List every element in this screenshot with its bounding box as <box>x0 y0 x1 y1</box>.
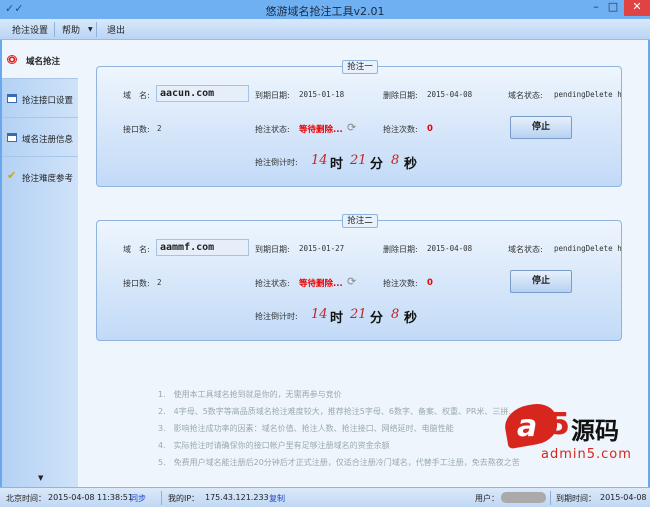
minutes-unit: 分 <box>370 157 384 172</box>
domain-input[interactable]: aacun.com <box>156 85 249 102</box>
divider <box>54 22 55 37</box>
beijing-time: 2015-04-08 11:38:51 <box>48 493 133 502</box>
domain-status: pendingDelete htt <box>554 244 622 253</box>
tip: 4. 实际抢注时请确保你的接口帐户里有足够注册域名的资金余额 <box>158 441 390 450</box>
interface-count: 2 <box>157 278 162 287</box>
hours-unit: 时 <box>330 157 344 172</box>
title-bar: ✓✓ 悠游域名抢注工具v2.01 – □ ✕ <box>0 0 650 19</box>
tip: 1. 使用本工具域名抢到就是你的，无需再参与竞价 <box>158 390 342 399</box>
divider <box>161 491 162 505</box>
stop-button[interactable]: 停止 <box>510 116 572 139</box>
status-bar: 北京时间： 2015-04-08 11:38:51 同步 我的IP： 175.4… <box>0 487 650 507</box>
countdown-label: 抢注倒计时: <box>255 158 298 167</box>
seconds-unit: 秒 <box>404 311 418 326</box>
countdown-seconds: 8 <box>391 153 400 168</box>
minutes-unit: 分 <box>370 311 384 326</box>
countdown-label: 抢注倒计时: <box>255 312 298 321</box>
tip: 3. 影响抢注成功率的因素：域名价值、抢注人数、抢注接口、网络延时、电脑性能 <box>158 424 454 433</box>
menu-exit[interactable]: 退出 <box>107 23 125 36</box>
domain-label: 域 名: <box>123 91 150 100</box>
copy-link[interactable]: 复制 <box>269 493 285 504</box>
window-title: 悠游域名抢注工具v2.01 <box>265 5 385 18</box>
expire-date-label: 到期日期: <box>255 245 290 254</box>
my-ip: 175.43.121.233 <box>205 493 269 502</box>
countdown-minutes: 21 <box>350 153 367 168</box>
domain-status: pendingDelete htt <box>554 90 622 99</box>
divider <box>550 491 551 505</box>
hours-unit: 时 <box>330 311 344 326</box>
countdown-hours: 14 <box>311 307 328 322</box>
maximize-button[interactable]: □ <box>605 0 621 16</box>
expire-label: 到期时间： <box>556 494 596 503</box>
checkmark-icon: ✔ <box>7 169 17 182</box>
menu-grab-settings[interactable]: 抢注设置 <box>12 23 48 36</box>
tip: 5. 免费用户域名能注册后20分钟后才正式注册，仅适合注册冷门域名，代替手工注册… <box>158 458 520 467</box>
grab-count-label: 抢注次数: <box>383 125 418 134</box>
close-button[interactable]: ✕ <box>624 0 650 16</box>
refresh-icon: ⟳ <box>347 275 357 288</box>
interface-count-label: 接口数: <box>123 125 150 134</box>
grab-count: 0 <box>427 278 433 288</box>
tip: 2. 4字母、5数字等高品质域名抢注难度较大，推荐抢注5字母、6数字、备案、权重… <box>158 407 516 416</box>
sidebar-item-label: 域名注册信息 <box>22 135 74 145</box>
grab-panel-2: 抢注二 域 名: aammf.com 到期日期: 2015-01-27 删除日期… <box>96 214 622 341</box>
delete-date-label: 删除日期: <box>383 91 418 100</box>
delete-date: 2015-04-08 <box>427 90 473 99</box>
grab-count-label: 抢注次数: <box>383 279 418 288</box>
user-label: 用户： <box>475 494 499 503</box>
seconds-unit: 秒 <box>404 157 418 172</box>
menu-help[interactable]: 帮助 <box>62 23 80 36</box>
expire-date-label: 到期日期: <box>255 91 290 100</box>
countdown-seconds: 8 <box>391 307 400 322</box>
sync-link[interactable]: 同步 <box>130 493 146 504</box>
sidebar-item-domain-grab[interactable]: 域名抢注 <box>2 40 78 79</box>
countdown-hours: 14 <box>311 153 328 168</box>
sidebar-item-label: 抢注接口设置 <box>22 96 74 106</box>
domain-status-label: 域名状态: <box>508 245 543 254</box>
grab-panel-1: 抢注一 域 名: aacun.com 到期日期: 2015-01-18 删除日期… <box>96 60 622 187</box>
grab-status-label: 抢注状态: <box>255 125 290 134</box>
account-expire: 2015-04-08 <box>600 493 647 502</box>
user-name-redacted <box>501 492 546 503</box>
grab-status: 等待删除... <box>299 279 343 289</box>
panel-title: 抢注二 <box>342 214 378 228</box>
divider <box>96 22 97 37</box>
sidebar-item-label: 域名抢注 <box>26 57 61 67</box>
countdown-minutes: 21 <box>350 307 367 322</box>
time-label: 北京时间： <box>6 494 46 503</box>
target-icon <box>7 55 17 64</box>
sidebar-item-difficulty[interactable]: ✔ 抢注难度参考 <box>2 157 78 196</box>
domain-label: 域 名: <box>123 245 150 254</box>
sidebar-item-registration-info[interactable]: 域名注册信息 <box>2 118 78 157</box>
expire-date: 2015-01-18 <box>299 90 345 99</box>
sidebar: 域名抢注 抢注接口设置 域名注册信息 ✔ 抢注难度参考 ▼ <box>2 40 78 487</box>
sidebar-item-interface-settings[interactable]: 抢注接口设置 <box>2 79 78 118</box>
interface-count-label: 接口数: <box>123 279 150 288</box>
expire-date: 2015-01-27 <box>299 244 345 253</box>
window-icon <box>7 133 17 142</box>
refresh-icon: ⟳ <box>347 121 357 134</box>
delete-date: 2015-04-08 <box>427 244 473 253</box>
toolbar: 抢注设置 帮助 ▼ 退出 <box>0 19 650 40</box>
interface-count: 2 <box>157 124 162 133</box>
delete-date-label: 删除日期: <box>383 245 418 254</box>
grab-status-label: 抢注状态: <box>255 279 290 288</box>
grab-status: 等待删除... <box>299 125 343 135</box>
watermark-logo: a 5 源码 admin5.com <box>501 400 635 470</box>
scroll-down-arrow-icon[interactable]: ▼ <box>38 474 43 482</box>
domain-input[interactable]: aammf.com <box>156 239 249 256</box>
chevron-down-icon[interactable]: ▼ <box>88 26 93 33</box>
stop-button[interactable]: 停止 <box>510 270 572 293</box>
minimize-button[interactable]: – <box>588 0 604 16</box>
sidebar-item-label: 抢注难度参考 <box>22 174 74 184</box>
ip-label: 我的IP： <box>168 494 200 503</box>
panel-title: 抢注一 <box>342 60 378 74</box>
window-icon <box>7 94 17 103</box>
grab-count: 0 <box>427 124 433 134</box>
domain-status-label: 域名状态: <box>508 91 543 100</box>
